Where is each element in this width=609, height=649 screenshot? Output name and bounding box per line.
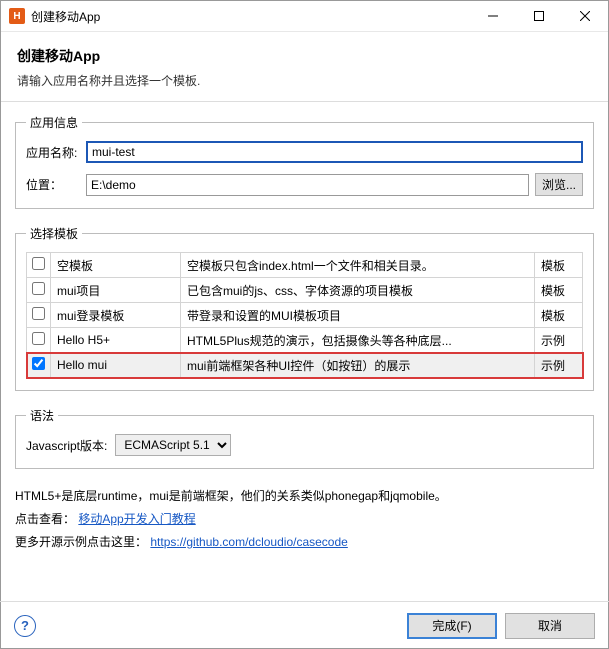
template-name: mui项目 bbox=[51, 278, 181, 303]
template-name: Hello H5+ bbox=[51, 328, 181, 353]
template-desc: 空模板只包含index.html一个文件和相关目录。 bbox=[181, 253, 535, 278]
template-row[interactable]: Hello muimui前端框架各种UI控件（如按钮）的展示示例 bbox=[27, 353, 583, 378]
templates-legend: 选择模板 bbox=[26, 225, 82, 242]
template-checkbox[interactable] bbox=[32, 257, 45, 270]
template-desc: mui前端框架各种UI控件（如按钮）的展示 bbox=[181, 353, 535, 378]
maximize-button[interactable] bbox=[516, 1, 562, 32]
template-checkbox[interactable] bbox=[32, 307, 45, 320]
syntax-group: 语法 Javascript版本: ECMAScript 5.1 bbox=[15, 407, 594, 469]
template-checkbox[interactable] bbox=[32, 357, 45, 370]
titlebar: H 创建移动App bbox=[1, 1, 608, 32]
bottom-line2-prefix: 点击查看： bbox=[15, 512, 75, 526]
close-button[interactable] bbox=[562, 1, 608, 32]
template-row[interactable]: mui项目已包含mui的js、css、字体资源的项目模板模板 bbox=[27, 278, 583, 303]
cancel-button[interactable]: 取消 bbox=[505, 613, 595, 639]
appname-label: 应用名称: bbox=[26, 144, 86, 161]
template-kind: 模板 bbox=[535, 303, 583, 328]
browse-button[interactable]: 浏览... bbox=[535, 173, 583, 196]
js-version-select[interactable]: ECMAScript 5.1 bbox=[115, 434, 231, 456]
js-version-label: Javascript版本: bbox=[26, 437, 107, 454]
casecode-link[interactable]: https://github.com/dcloudio/casecode bbox=[150, 535, 347, 549]
template-desc: HTML5Plus规范的演示，包括摄像头等各种底层... bbox=[181, 328, 535, 353]
page-title: 创建移动App bbox=[17, 46, 592, 66]
template-desc: 带登录和设置的MUI模板项目 bbox=[181, 303, 535, 328]
bottom-text: HTML5+是底层runtime，mui是前端框架，他们的关系类似phonega… bbox=[1, 485, 608, 553]
minimize-button[interactable] bbox=[470, 1, 516, 32]
bottom-line1: HTML5+是底层runtime，mui是前端框架，他们的关系类似phonega… bbox=[15, 485, 594, 508]
app-icon: H bbox=[9, 8, 25, 24]
location-label: 位置： bbox=[26, 176, 86, 193]
template-row[interactable]: Hello H5+HTML5Plus规范的演示，包括摄像头等各种底层...示例 bbox=[27, 328, 583, 353]
templates-table: 空模板空模板只包含index.html一个文件和相关目录。模板mui项目已包含m… bbox=[26, 252, 583, 378]
template-checkbox[interactable] bbox=[32, 282, 45, 295]
help-icon[interactable]: ? bbox=[14, 615, 36, 637]
dialog-header: 创建移动App 请输入应用名称并且选择一个模板. bbox=[1, 32, 608, 102]
template-checkbox[interactable] bbox=[32, 332, 45, 345]
dialog-footer: ? 完成(F) 取消 bbox=[0, 601, 609, 649]
bottom-line3-prefix: 更多开源示例点击这里： bbox=[15, 535, 147, 549]
template-kind: 模板 bbox=[535, 278, 583, 303]
template-row[interactable]: 空模板空模板只包含index.html一个文件和相关目录。模板 bbox=[27, 253, 583, 278]
template-name: Hello mui bbox=[51, 353, 181, 378]
template-desc: 已包含mui的js、css、字体资源的项目模板 bbox=[181, 278, 535, 303]
tutorial-link[interactable]: 移动App开发入门教程 bbox=[78, 512, 195, 526]
appinfo-group: 应用信息 应用名称: 位置： 浏览... bbox=[15, 114, 594, 209]
template-kind: 示例 bbox=[535, 328, 583, 353]
template-kind: 模板 bbox=[535, 253, 583, 278]
page-subtitle: 请输入应用名称并且选择一个模板. bbox=[17, 72, 592, 89]
template-name: mui登录模板 bbox=[51, 303, 181, 328]
finish-button[interactable]: 完成(F) bbox=[407, 613, 497, 639]
template-row[interactable]: mui登录模板带登录和设置的MUI模板项目模板 bbox=[27, 303, 583, 328]
appname-input[interactable] bbox=[86, 141, 583, 163]
template-name: 空模板 bbox=[51, 253, 181, 278]
template-kind: 示例 bbox=[535, 353, 583, 378]
location-input[interactable] bbox=[86, 174, 529, 196]
window-title: 创建移动App bbox=[31, 8, 100, 25]
appinfo-legend: 应用信息 bbox=[26, 114, 82, 131]
syntax-legend: 语法 bbox=[26, 407, 58, 424]
templates-group: 选择模板 空模板空模板只包含index.html一个文件和相关目录。模板mui项… bbox=[15, 225, 594, 391]
